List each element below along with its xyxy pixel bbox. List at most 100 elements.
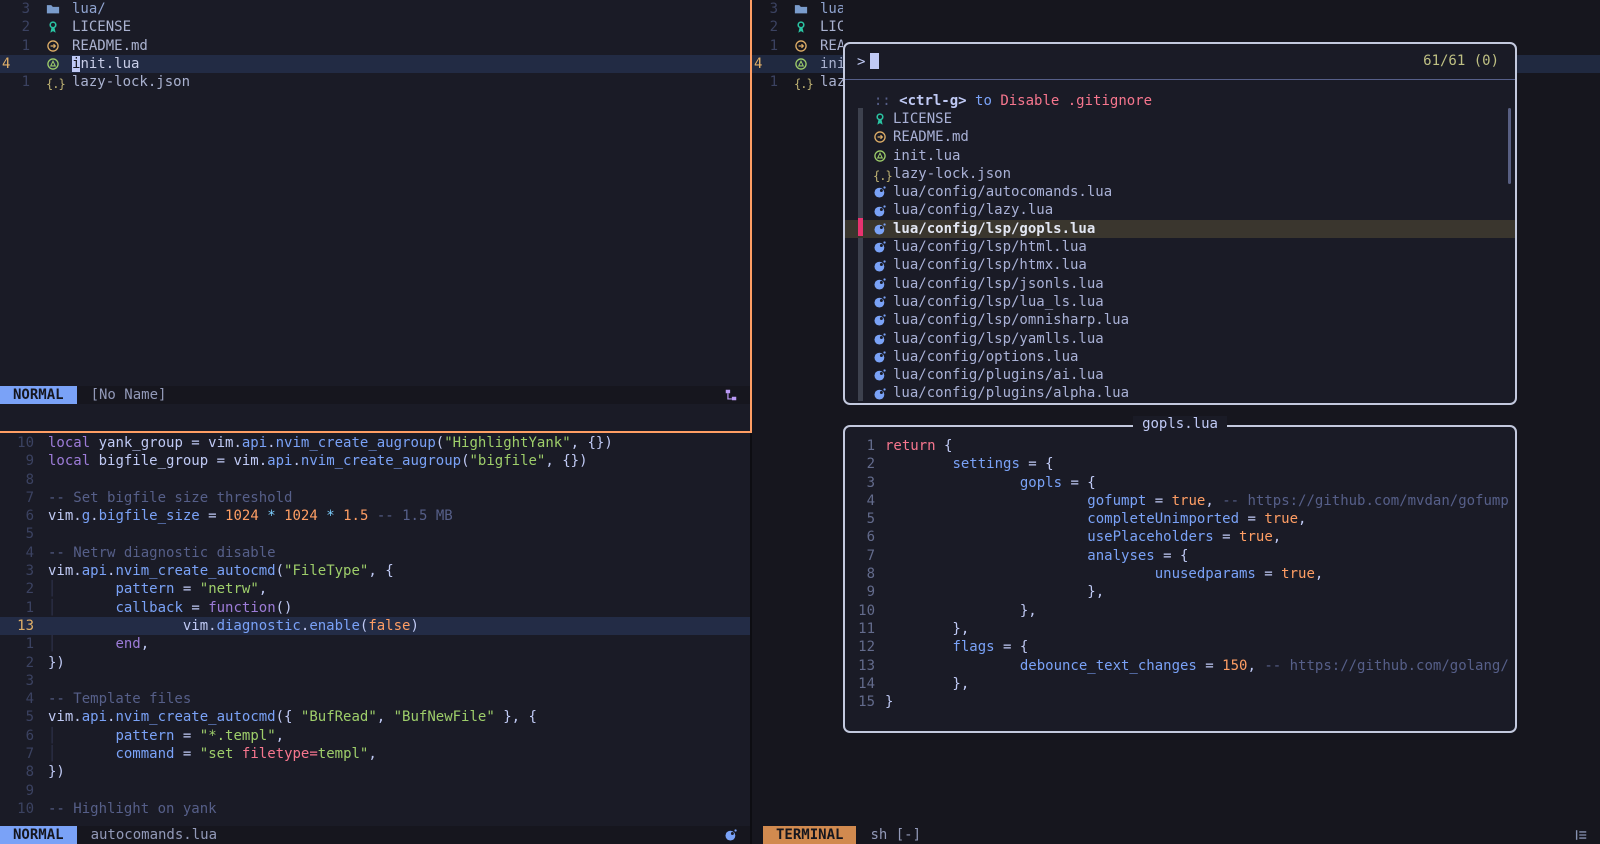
code-line[interactable]: 10local yank_group = vim.api.nvim_create… (0, 434, 750, 452)
code-line[interactable]: 1│ callback = function() (0, 599, 750, 617)
picker-item[interactable]: lua/config/lsp/omnisharp.lua (845, 311, 1515, 329)
window-separator-vertical-bottom[interactable] (750, 433, 752, 844)
picker-item[interactable]: README.md (845, 128, 1515, 146)
picker-item[interactable]: lua/config/plugins/ai.lua (845, 366, 1515, 384)
picker-item[interactable]: lua/config/lsp/gopls.lua (845, 220, 1515, 238)
code-token: , (1273, 529, 1281, 545)
line-number: 10 (0, 434, 34, 452)
picker-item[interactable]: lua/config/options.lua (845, 348, 1515, 366)
code-token: "set (200, 746, 242, 762)
window-separator-vertical[interactable] (750, 0, 752, 433)
code-line[interactable]: 2}) (0, 654, 750, 672)
code-line[interactable]: 8}) (0, 763, 750, 781)
picker-item[interactable]: LICENSE (845, 110, 1515, 128)
line-number: 11 (845, 620, 875, 638)
line-number: 7 (0, 489, 34, 507)
code-token (885, 511, 1087, 527)
picker-item[interactable]: lua/config/lsp/htmx.lua (845, 256, 1515, 274)
line-number: 3 (845, 474, 875, 492)
list-icon (1574, 828, 1588, 842)
license-icon (794, 20, 808, 34)
file-row[interactable]: 1{.}lazy-lock.json (752, 73, 843, 91)
lua-icon (873, 313, 887, 327)
picker-item[interactable]: lua/config/plugins/alpha.lua (845, 384, 1515, 402)
file-row[interactable]: 1README.md (752, 37, 843, 55)
picker-item[interactable]: lua/config/lazy.lua (845, 201, 1515, 219)
window-separator-horizontal[interactable] (0, 431, 752, 433)
picker-item-path: lua/config/lsp/htmx.lua (893, 256, 1087, 274)
file-row[interactable]: 4init.lua (0, 55, 750, 73)
picker-prompt[interactable]: > (845, 52, 1515, 72)
code-token (885, 529, 1087, 545)
code-token: nvim_create_augroup (301, 453, 461, 469)
preview-code-line: 6 usePlaceholders = true, (845, 528, 1515, 546)
file-row[interactable]: 3lua/ (752, 0, 843, 18)
code-token: "BufRead" (301, 709, 377, 725)
code-line[interactable]: 3vim.api.nvim_create_autocmd("FileType",… (0, 562, 750, 580)
readme-icon (794, 39, 808, 53)
line-number: 15 (845, 693, 875, 711)
lua-alt-icon (46, 57, 60, 71)
code-line[interactable]: 3 (0, 672, 750, 690)
file-row[interactable]: 1README.md (0, 37, 750, 55)
picker-item-path: README.md (893, 128, 969, 146)
picker-item[interactable]: {.}lazy-lock.json (845, 165, 1515, 183)
code-line[interactable]: 6vim.g.bigfile_size = 1024 * 1024 * 1.5 … (0, 507, 750, 525)
lua-icon (724, 828, 738, 842)
code-token: = (1239, 511, 1264, 527)
code-token: local (48, 453, 90, 469)
code-line[interactable]: 9 (0, 782, 750, 800)
code-token: , (377, 709, 394, 725)
code-token: , {}) (571, 435, 613, 451)
code-token: api (267, 453, 292, 469)
code-editor-pane[interactable]: 10local yank_group = vim.api.nvim_create… (0, 434, 750, 824)
file-row[interactable]: 2LICENSE (0, 18, 750, 36)
code-line[interactable]: 2│ pattern = "netrw", (0, 580, 750, 598)
tree-icon (724, 388, 738, 402)
picker-scrollbar[interactable] (1508, 108, 1511, 184)
code-line[interactable]: 7│ command = "set filetype=templ", (0, 745, 750, 763)
code-line[interactable]: 7-- Set bigfile size threshold (0, 489, 750, 507)
picker-item[interactable]: lua/config/autocomands.lua (845, 183, 1515, 201)
picker-results-list[interactable]: LICENSEREADME.mdinit.lua{.}lazy-lock.jso… (845, 110, 1515, 403)
file-row[interactable]: 4init.lua (752, 55, 843, 73)
code-line[interactable]: 13 vim.diagnostic.enable(false) (0, 617, 750, 635)
folder-icon (46, 2, 60, 16)
code-line[interactable]: 5 (0, 525, 750, 543)
line-number: 2 (0, 18, 30, 36)
preview-code-line: 10 }, (845, 602, 1515, 620)
picker-item[interactable]: lua/config/lsp/html.lua (845, 238, 1515, 256)
code-line[interactable]: 6│ pattern = "*.templ", (0, 727, 750, 745)
code-token: = (183, 600, 208, 616)
code-token: Disable .gitignore (1000, 93, 1152, 109)
mode-badge: TERMINAL (763, 826, 856, 844)
file-row[interactable]: 3lua/ (0, 0, 750, 18)
code-line[interactable]: 4-- Template files (0, 690, 750, 708)
code-line[interactable]: 1│ end, (0, 635, 750, 653)
file-row[interactable]: 1{.}lazy-lock.json (0, 73, 750, 91)
code-token: , (368, 746, 376, 762)
code-token: ( (276, 563, 284, 579)
picker-item[interactable]: lua/config/lsp/jsonls.lua (845, 275, 1515, 293)
code-line[interactable]: 9local bigfile_group = vim.api.nvim_crea… (0, 452, 750, 470)
code-token: 1024 (225, 508, 259, 524)
lua-icon (873, 332, 887, 346)
file-explorer-pane-mirror[interactable]: 3lua/2LICENSE1README.md4init.lua1{.}lazy… (752, 0, 843, 91)
code-token: api (82, 563, 107, 579)
code-token: pattern (115, 581, 174, 597)
code-token: api (242, 435, 267, 451)
line-number: 14 (845, 675, 875, 693)
code-line[interactable]: 4-- Netrw diagnostic disable (0, 544, 750, 562)
picker-item[interactable]: lua/config/lsp/yamlls.lua (845, 330, 1515, 348)
code-line[interactable]: 5vim.api.nvim_create_autocmd({ "BufRead"… (0, 708, 750, 726)
preview-code-line: 9 }, (845, 583, 1515, 601)
code-line[interactable]: 10-- Highlight on yank (0, 800, 750, 818)
file-row[interactable]: 2LICENSE (752, 18, 843, 36)
code-token: }) (48, 764, 65, 780)
code-line[interactable]: 8 (0, 471, 750, 489)
line-number: 4 (0, 55, 30, 73)
picker-item[interactable]: init.lua (845, 147, 1515, 165)
file-explorer-pane[interactable]: 3lua/2LICENSE1README.md4init.lua1{.}lazy… (0, 0, 750, 91)
code-token: usePlaceholders (1087, 529, 1213, 545)
picker-item[interactable]: lua/config/lsp/lua_ls.lua (845, 293, 1515, 311)
